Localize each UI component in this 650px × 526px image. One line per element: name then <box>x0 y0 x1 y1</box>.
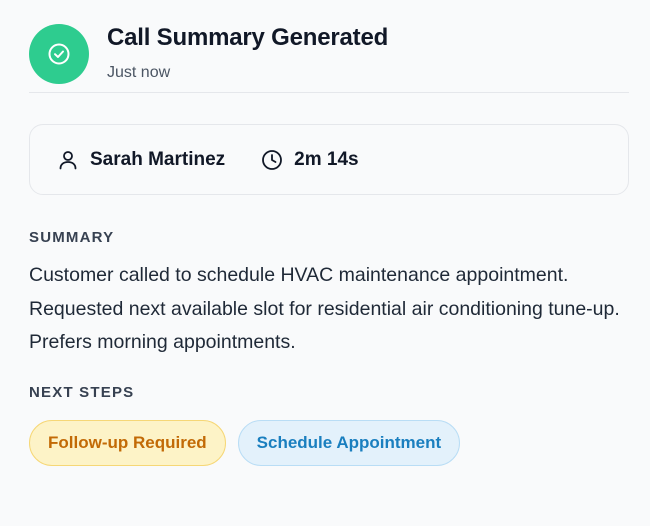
summary-text: Customer called to schedule HVAC mainten… <box>29 264 620 353</box>
next-steps-tags: Follow-up Required Schedule Appointment <box>29 419 630 466</box>
next-steps-heading: NEXT STEPS <box>29 383 135 401</box>
card-header: Call Summary Generated Just now <box>29 0 629 93</box>
call-summary-card: Call Summary Generated Just now Sarah Ma… <box>0 0 650 526</box>
page-title: Call Summary Generated <box>107 24 389 51</box>
call-duration: 2m 14s <box>294 148 359 170</box>
clock-icon <box>261 149 283 171</box>
summary-heading: SUMMARY <box>29 229 115 246</box>
check-icon <box>48 43 70 65</box>
call-meta-panel: Sarah Martinez 2m 14s <box>29 124 629 195</box>
schedule-appointment-tag[interactable]: Schedule Appointment <box>237 419 461 466</box>
person-icon <box>57 149 79 171</box>
follow-up-required-tag[interactable]: Follow-up Required <box>29 419 226 466</box>
timestamp: Just now <box>107 64 171 81</box>
header-text: Call Summary Generated Just now <box>107 20 388 83</box>
call-duration-info: 2m 14s <box>261 148 359 171</box>
caller-name: Sarah Martinez <box>90 148 226 170</box>
caller-info: Sarah Martinez <box>57 149 225 171</box>
check-circle-icon <box>29 24 89 84</box>
